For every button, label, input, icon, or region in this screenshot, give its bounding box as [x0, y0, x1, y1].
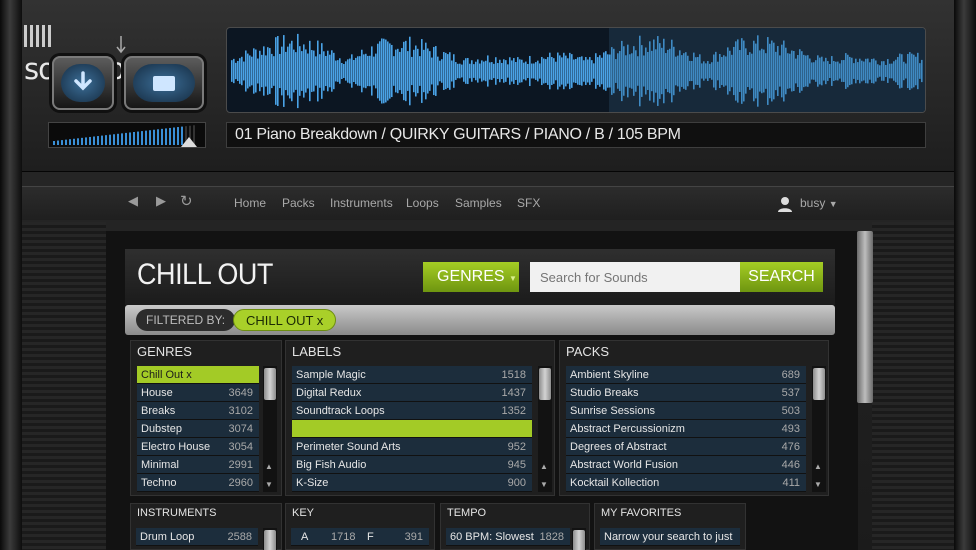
list-item[interactable]: A 1718 F 391: [291, 528, 429, 546]
right-speaker-grille: [872, 222, 954, 550]
user-icon[interactable]: [777, 196, 793, 212]
page-scrollbar[interactable]: [857, 231, 873, 403]
scroll-down-icon[interactable]: ▼: [814, 480, 822, 489]
scroll-thumb[interactable]: [539, 368, 551, 400]
instruments-list: INSTRUMENTS Drum Loop 2588: [130, 503, 282, 550]
nav-samples[interactable]: Samples: [455, 196, 502, 210]
nav-sfx[interactable]: SFX: [517, 196, 540, 210]
refresh-icon[interactable]: ↻: [180, 192, 193, 210]
list-item[interactable]: Techno 2960: [137, 474, 259, 492]
filter-tag-chill-out[interactable]: CHILL OUT x: [233, 309, 337, 331]
list-item[interactable]: Kocktail Kollection 411: [566, 474, 806, 492]
genres-title: GENRES: [137, 344, 192, 359]
logo-bars-icon: [24, 25, 54, 47]
list-item[interactable]: Abstract Percussionizm 493: [566, 420, 806, 438]
search-button[interactable]: SEARCH: [740, 262, 823, 292]
labels-list: LABELS Sample Magic 1518 Digital Redux 1437…: [285, 340, 555, 496]
list-item[interactable]: Sample Magic 1518: [292, 366, 532, 384]
genres-dropdown-button[interactable]: GENRES ▼: [423, 262, 519, 292]
genres-scrollbar[interactable]: ▲ ▼: [263, 366, 277, 492]
list-item[interactable]: Electro House 3054: [137, 438, 259, 456]
scroll-thumb[interactable]: [264, 530, 276, 550]
list-item[interactable]: Soundtrack Loops 1352: [292, 402, 532, 420]
list-item[interactable]: Abstract World Fusion 446: [566, 456, 806, 474]
nav-home[interactable]: Home: [234, 196, 266, 210]
list-item[interactable]: Studio Breaks 537: [566, 384, 806, 402]
list-item[interactable]: Big Fish Audio 945: [292, 456, 532, 474]
tempo-list: TEMPO 60 BPM: Slowest 1828: [440, 503, 590, 550]
list-item[interactable]: Breaks 3102: [137, 402, 259, 420]
list-item[interactable]: 60 BPM: Slowest 1828: [446, 528, 570, 546]
track-info: 01 Piano Breakdown / QUIRKY GUITARS / PI…: [226, 122, 926, 148]
scroll-down-icon[interactable]: ▼: [540, 480, 548, 489]
key-title: KEY: [292, 507, 315, 519]
left-rail: [0, 0, 22, 550]
nav-instruments[interactable]: Instruments: [330, 196, 393, 210]
list-item[interactable]: [292, 420, 532, 438]
scroll-up-icon[interactable]: ▲: [265, 462, 273, 471]
stop-icon: [153, 75, 175, 91]
list-item[interactable]: K-Size 900: [292, 474, 532, 492]
list-item[interactable]: House 3649: [137, 384, 259, 402]
list-item[interactable]: Degrees of Abstract 476: [566, 438, 806, 456]
favorites-panel: MY FAVORITES Narrow your search to just: [594, 503, 746, 550]
list-item[interactable]: Dubstep 3074: [137, 420, 259, 438]
chevron-down-icon: ▼: [509, 274, 517, 283]
instruments-title: INSTRUMENTS: [137, 507, 217, 519]
tempo-scrollbar[interactable]: [572, 528, 586, 550]
favorites-title: MY FAVORITES: [601, 507, 682, 519]
back-icon[interactable]: ◀: [128, 193, 138, 209]
volume-bars: [53, 125, 197, 147]
user-menu[interactable]: busy ▼: [800, 196, 838, 210]
list-item[interactable]: Chill Out x: [137, 366, 259, 384]
list-item[interactable]: Sunrise Sessions 503: [566, 402, 806, 420]
scroll-up-icon[interactable]: ▲: [814, 462, 822, 471]
right-rail: [954, 0, 976, 550]
genres-list: GENRES Chill Out x House 3649 Breaks 3102 Dub…: [130, 340, 282, 496]
list-item[interactable]: Digital Redux 1437: [292, 384, 532, 402]
download-button[interactable]: [52, 56, 114, 110]
labels-title: LABELS: [292, 344, 342, 359]
packs-scrollbar[interactable]: ▲ ▼: [812, 366, 826, 492]
waveform: [231, 28, 925, 112]
instruments-scrollbar[interactable]: [263, 528, 277, 550]
stop-button[interactable]: [124, 56, 204, 110]
list-item[interactable]: Perimeter Sound Arts 952: [292, 438, 532, 456]
scroll-thumb[interactable]: [813, 368, 825, 400]
scroll-up-icon[interactable]: ▲: [540, 462, 548, 471]
waveform-display[interactable]: [226, 27, 926, 113]
scroll-thumb[interactable]: [264, 368, 276, 400]
left-speaker-grille: [22, 222, 106, 550]
packs-list: PACKS Ambient Skyline 689 Studio Breaks 537…: [559, 340, 829, 496]
labels-scrollbar[interactable]: ▲ ▼: [538, 366, 552, 492]
packs-title: PACKS: [566, 344, 610, 359]
nav-loops[interactable]: Loops: [406, 196, 439, 210]
list-item[interactable]: Ambient Skyline 689: [566, 366, 806, 384]
list-item[interactable]: Drum Loop 2588: [136, 528, 258, 546]
page-title: CHILL OUT: [137, 258, 273, 291]
volume-slider[interactable]: [48, 122, 206, 148]
scroll-down-icon[interactable]: ▼: [265, 480, 273, 489]
nav-packs[interactable]: Packs: [282, 196, 315, 210]
filtered-by-label: FILTERED BY:: [136, 309, 236, 331]
forward-icon[interactable]: ▶: [156, 193, 166, 209]
key-list: KEY A 1718 F 391: [285, 503, 435, 550]
favorites-hint: Narrow your search to just: [600, 528, 740, 546]
download-arrow-icon: [74, 71, 92, 91]
logo-arrow-icon: [116, 36, 126, 54]
chevron-down-icon: ▼: [828, 199, 838, 209]
tempo-title: TEMPO: [447, 507, 487, 519]
logo: soundbase: [24, 18, 204, 86]
search-input[interactable]: [530, 262, 740, 292]
list-item[interactable]: Minimal 2991: [137, 456, 259, 474]
scroll-thumb[interactable]: [573, 530, 585, 550]
